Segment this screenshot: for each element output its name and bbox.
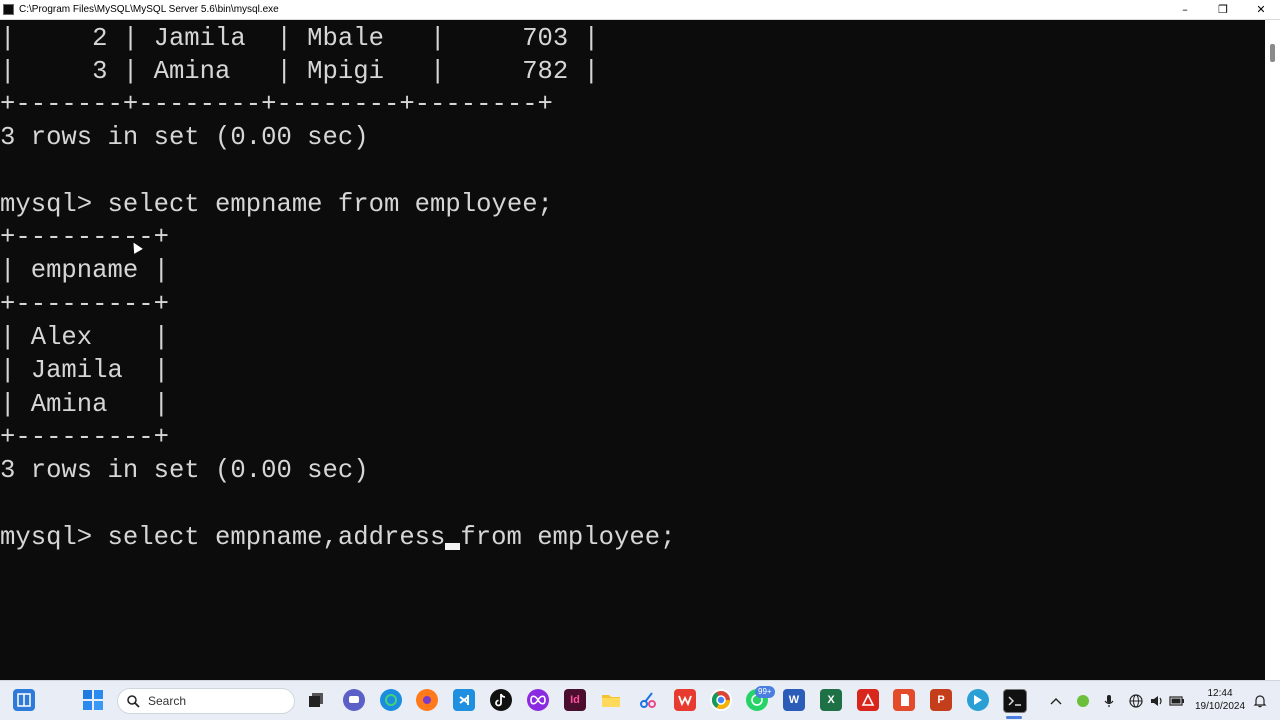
console-line: mysql> select empname from employee; xyxy=(0,190,553,219)
close-button[interactable]: ✕ xyxy=(1242,0,1280,19)
vscode-icon[interactable] xyxy=(453,689,475,711)
console-line: +-------+--------+--------+--------+ xyxy=(0,90,553,119)
console-line: 3 rows in set (0.00 sec) xyxy=(0,456,369,485)
search-placeholder: Search xyxy=(148,694,187,708)
volume-icon[interactable] xyxy=(1149,693,1165,709)
tiktok-icon[interactable] xyxy=(490,689,512,711)
console-line: | Alex | xyxy=(0,323,169,352)
taskbar-clock[interactable]: 12:44 19/10/2024 xyxy=(1190,687,1250,713)
media-player-icon[interactable] xyxy=(967,689,989,711)
taskbar: Search Id 99+ W X P 12:44 19/10/2024 xyxy=(0,680,1280,720)
chat-icon[interactable] xyxy=(343,689,365,711)
console-line: | Amina | xyxy=(0,390,169,419)
taskbar-search[interactable]: Search xyxy=(117,688,295,714)
console-line: +---------+ xyxy=(0,423,169,452)
active-app-indicator xyxy=(1006,716,1022,719)
snipping-tool-icon[interactable] xyxy=(637,689,659,711)
security-tray-icon[interactable] xyxy=(1075,693,1091,709)
globe-network-icon[interactable] xyxy=(1128,693,1144,709)
widgets-icon[interactable] xyxy=(13,689,35,711)
clock-date: 19/10/2024 xyxy=(1194,701,1246,712)
clock-time: 12:44 xyxy=(1207,688,1233,699)
infinity-app-icon[interactable] xyxy=(527,689,549,711)
typed-command: mysql> select empname,address xyxy=(0,523,446,552)
chrome-icon[interactable] xyxy=(710,689,732,711)
console-line: | 2 | Jamila | Mbale | 703 | xyxy=(0,24,599,53)
word-icon[interactable]: W xyxy=(783,689,805,711)
console-line: +---------+ xyxy=(0,290,169,319)
window-titlebar[interactable]: C:\Program Files\MySQL\MySQL Server 5.6\… xyxy=(0,0,1280,20)
window-title: C:\Program Files\MySQL\MySQL Server 5.6\… xyxy=(19,4,279,15)
edge-icon[interactable] xyxy=(380,689,402,711)
notification-badge: 99+ xyxy=(755,686,775,698)
windows-start-icon[interactable] xyxy=(82,689,104,711)
console-input-line[interactable]: mysql> select empname,address from employ… xyxy=(0,521,675,554)
console-output[interactable]: | 2 | Jamila | Mbale | 703 | | 3 | Amina… xyxy=(0,20,1265,680)
battery-icon[interactable] xyxy=(1169,693,1185,709)
scrollbar-thumb[interactable] xyxy=(1270,44,1275,62)
console-line: | 3 | Amina | Mpigi | 782 | xyxy=(0,57,599,86)
wps-office-icon[interactable] xyxy=(674,689,696,711)
text-cursor xyxy=(445,543,461,550)
chevron-up-icon[interactable] xyxy=(1048,693,1064,709)
task-view-icon[interactable] xyxy=(305,689,327,711)
firefox-icon[interactable] xyxy=(416,689,438,711)
console-app-icon xyxy=(3,4,14,15)
microphone-icon[interactable] xyxy=(1101,693,1117,709)
vertical-scrollbar[interactable] xyxy=(1265,20,1280,680)
powerpoint-icon[interactable]: P xyxy=(930,689,952,711)
console-line: +---------+ xyxy=(0,223,169,252)
minimize-button[interactable]: – xyxy=(1166,0,1204,19)
excel-icon[interactable]: X xyxy=(820,689,842,711)
typed-command-rest: from employee; xyxy=(460,523,676,552)
console-line: | empname | xyxy=(0,256,169,285)
search-icon xyxy=(126,694,140,708)
acrobat-icon[interactable] xyxy=(857,689,879,711)
maximize-button[interactable]: ❐ xyxy=(1204,0,1242,19)
window-controls: – ❐ ✕ xyxy=(1166,0,1280,19)
console-line: 3 rows in set (0.00 sec) xyxy=(0,123,369,152)
notification-bell-icon[interactable] xyxy=(1252,693,1268,709)
terminal-icon[interactable] xyxy=(1003,689,1027,713)
indesign-icon[interactable]: Id xyxy=(564,689,586,711)
pdf-reader-icon[interactable] xyxy=(893,689,915,711)
file-explorer-icon[interactable] xyxy=(600,689,622,711)
console-line: | Jamila | xyxy=(0,356,169,385)
